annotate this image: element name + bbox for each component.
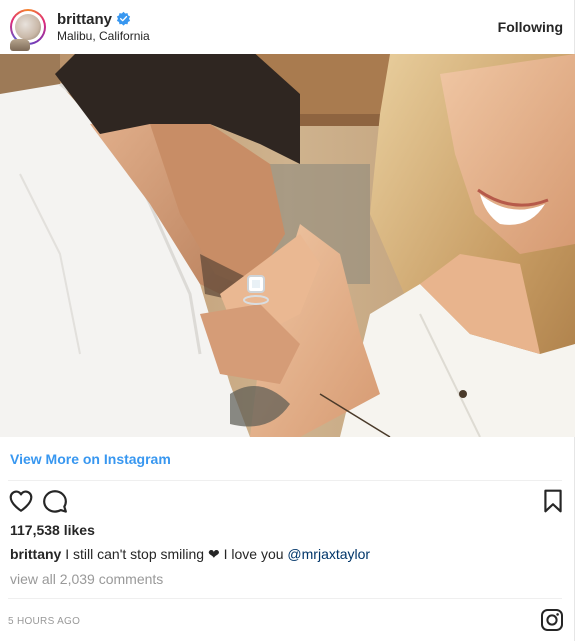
bookmark-icon[interactable] (540, 488, 566, 514)
view-more-on-instagram-link[interactable]: View More on Instagram (10, 451, 171, 467)
caption-text-after: I love you (223, 546, 284, 562)
caption-text: I still can't stop smiling (65, 546, 205, 562)
engagement-photo (0, 54, 575, 437)
comment-icon[interactable] (42, 488, 68, 514)
heart-icon[interactable] (8, 488, 34, 514)
post-header: brittany Malibu, California Following (0, 0, 575, 54)
following-button[interactable]: Following (498, 19, 563, 35)
verified-badge-icon (116, 11, 131, 26)
caption-username[interactable]: brittany (10, 546, 61, 562)
post-timestamp: 5 HOURS AGO (8, 616, 81, 627)
instagram-logo-icon[interactable] (540, 608, 564, 632)
divider (8, 598, 562, 599)
likes-count[interactable]: 117,538 likes (10, 522, 95, 538)
username[interactable]: brittany (57, 11, 112, 28)
location-link[interactable]: Malibu, California (57, 29, 150, 43)
mention-link[interactable]: @mrjaxtaylor (287, 546, 370, 562)
instagram-embed-card: brittany Malibu, California Following Vi… (0, 0, 575, 641)
view-all-comments-link[interactable]: view all 2,039 comments (10, 571, 163, 587)
heart-emoji: ❤ (207, 546, 220, 562)
avatar[interactable] (10, 9, 46, 51)
divider (8, 480, 562, 481)
post-caption: brittany I still can't stop smiling ❤ I … (10, 546, 370, 563)
post-photo[interactable] (0, 54, 575, 437)
